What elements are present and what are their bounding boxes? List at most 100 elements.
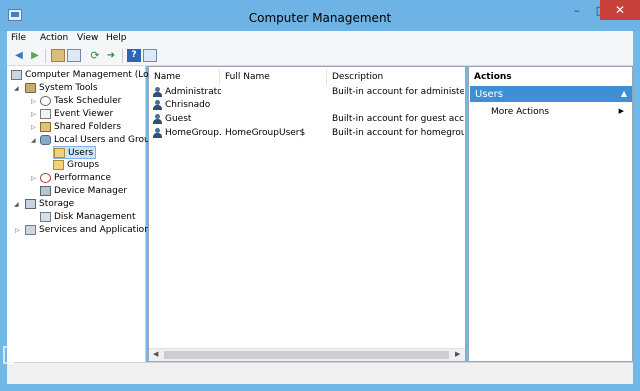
performance-icon [40, 173, 51, 183]
collapse-arrow-icon[interactable]: ◢ [14, 201, 19, 208]
scroll-right-arrow-icon[interactable]: ▶ [455, 350, 460, 358]
user-icon [153, 128, 162, 138]
show-hide-action-pane-icon[interactable] [143, 49, 157, 62]
refresh-icon[interactable]: ⟳ [88, 49, 102, 62]
forward-arrow-icon[interactable]: ▶ [28, 49, 42, 62]
tree-item-label: System Tools [39, 83, 98, 93]
users-group-icon [40, 135, 51, 145]
export-list-icon[interactable]: ➜ [104, 49, 118, 62]
clock-icon [40, 96, 51, 106]
actions-header: Actions [474, 72, 512, 82]
menu-file[interactable]: File [11, 33, 26, 43]
tree-item-users[interactable]: Users [53, 146, 97, 159]
winpoin-logo-icon [3, 346, 14, 364]
horizontal-scrollbar[interactable]: ◀ ▶ [149, 348, 465, 361]
tree-item-disk-management[interactable]: Disk Management [40, 211, 135, 223]
user-icon [153, 87, 162, 97]
table-row[interactable]: Administrator Built-in account for admin… [149, 86, 465, 99]
disk-icon [40, 212, 51, 222]
column-divider[interactable] [326, 69, 327, 85]
user-name: Chrisnado [165, 100, 211, 110]
tree-item-device-manager[interactable]: Device Manager [40, 185, 127, 197]
toolbar-separator [45, 49, 46, 63]
actions-pane: Actions Users ▲ More Actions ▶ [468, 66, 633, 362]
actions-section-label: Users [475, 89, 504, 100]
computer-management-window: Computer Management – □ ✕ File Action Vi… [0, 0, 640, 391]
tree-item-event-viewer[interactable]: Event Viewer [40, 108, 113, 120]
tree-item-local-users-and-groups[interactable]: Local Users and Groups [40, 134, 160, 146]
close-button[interactable]: ✕ [600, 0, 640, 20]
status-bar [7, 362, 633, 384]
watermark: WinPoin [17, 346, 85, 366]
shared-folder-icon [40, 122, 51, 132]
collapse-arrow-icon[interactable]: ◢ [31, 137, 36, 144]
users-list-view: Name Full Name Description Administrator… [148, 66, 466, 362]
user-description: Built-in account for administering... [332, 87, 464, 97]
column-divider[interactable] [219, 69, 220, 85]
tree-item-label: Event Viewer [54, 109, 114, 119]
table-row[interactable]: Guest Built-in account for guest access … [149, 113, 465, 126]
menu-help[interactable]: Help [106, 33, 127, 43]
console-tree: Computer Management (Local ◢ System Tool… [7, 66, 162, 362]
user-full-name: HomeGroupUser$ [225, 128, 306, 138]
collapse-arrow-icon[interactable]: ◢ [14, 85, 19, 92]
tree-item-services-and-applications[interactable]: Services and Applications [25, 224, 155, 236]
submenu-arrow-icon: ▶ [618, 107, 624, 115]
tree-item-storage[interactable]: Storage [25, 198, 74, 210]
title-bar[interactable]: Computer Management – □ ✕ [0, 0, 640, 31]
scroll-left-arrow-icon[interactable]: ◀ [153, 350, 158, 358]
toolbox-icon [25, 83, 36, 93]
tree-item-label: Groups [67, 160, 100, 170]
more-actions-item[interactable]: More Actions [491, 107, 549, 117]
column-header-full-name[interactable]: Full Name [225, 72, 270, 82]
menu-bar: File Action View Help [7, 31, 633, 46]
computer-icon [11, 70, 22, 80]
tree-item-label: Local Users and Groups [54, 135, 161, 145]
expand-arrow-icon[interactable]: ▷ [31, 124, 36, 131]
device-manager-icon [40, 186, 51, 196]
window-title: Computer Management [248, 11, 392, 25]
toolbar-separator [122, 49, 123, 63]
scrollbar-thumb[interactable] [164, 351, 449, 359]
column-header-description[interactable]: Description [332, 72, 383, 82]
tree-item-label: Disk Management [54, 212, 136, 222]
tree-item-system-tools[interactable]: System Tools [25, 82, 98, 94]
folder-icon [53, 160, 64, 170]
show-hide-console-tree-icon[interactable] [67, 49, 81, 62]
menu-action[interactable]: Action [40, 33, 68, 43]
user-icon [153, 100, 162, 110]
tree-item-label: Services and Applications [39, 225, 155, 235]
tree-item-label: Task Scheduler [54, 96, 122, 106]
tree-item-computer-management[interactable]: Computer Management (Local [11, 69, 162, 81]
expand-arrow-icon[interactable]: ▷ [31, 98, 36, 105]
user-description: Built-in account for homegroup a... [332, 128, 464, 138]
column-header-name[interactable]: Name [154, 72, 181, 82]
tree-item-label: Storage [39, 199, 75, 209]
services-icon [25, 225, 36, 235]
user-name: Guest [165, 114, 192, 124]
tree-item-shared-folders[interactable]: Shared Folders [40, 121, 121, 133]
up-level-icon[interactable] [51, 49, 65, 62]
tree-item-performance[interactable]: Performance [40, 172, 111, 184]
tree-item-label: Device Manager [54, 186, 128, 196]
storage-icon [25, 199, 36, 209]
menu-view[interactable]: View [77, 33, 98, 43]
tree-item-groups[interactable]: Groups [53, 159, 99, 171]
tree-item-label: Users [68, 147, 94, 158]
event-log-icon [40, 109, 51, 119]
actions-section-users[interactable]: Users ▲ [470, 86, 632, 102]
tree-item-label: Performance [54, 173, 112, 183]
expand-arrow-icon[interactable]: ▷ [31, 111, 36, 118]
help-icon[interactable]: ? [127, 49, 141, 62]
folder-icon [54, 147, 65, 158]
expand-arrow-icon[interactable]: ▷ [15, 227, 20, 234]
tree-item-label: Shared Folders [54, 122, 122, 132]
expand-arrow-icon[interactable]: ▷ [31, 175, 36, 182]
collapse-up-arrow-icon[interactable]: ▲ [621, 89, 627, 98]
table-row[interactable]: Chrisnado [149, 99, 465, 112]
tree-item-task-scheduler[interactable]: Task Scheduler [40, 95, 121, 107]
user-name: HomeGroup... [165, 128, 221, 138]
back-arrow-icon[interactable]: ◀ [12, 49, 26, 62]
table-row[interactable]: HomeGroup... HomeGroupUser$ Built-in acc… [149, 127, 465, 140]
tree-item-label: Computer Management (Local [25, 70, 162, 80]
